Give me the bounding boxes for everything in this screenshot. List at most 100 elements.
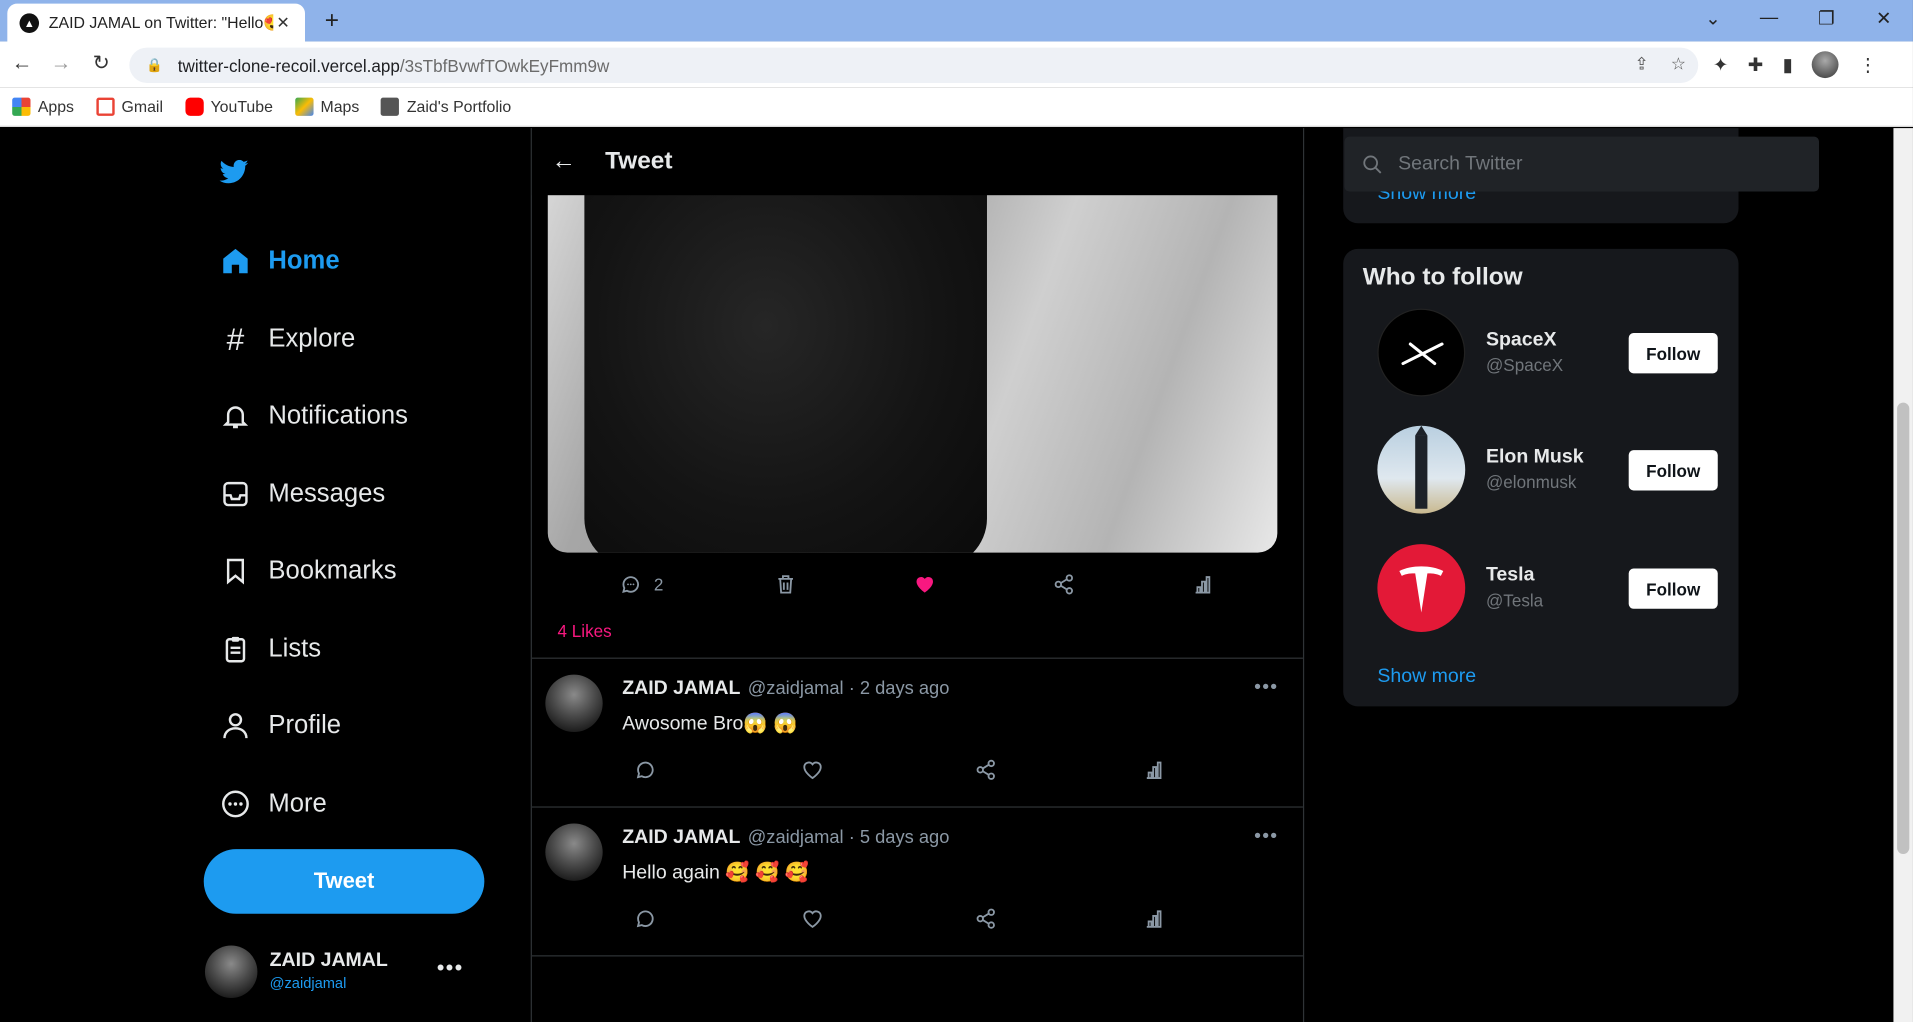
comment-icon	[622, 576, 639, 593]
follow-button[interactable]: Follow	[1628, 450, 1718, 491]
new-tab-icon[interactable]: +	[320, 7, 344, 35]
gmail-icon	[95, 97, 115, 116]
address-bar[interactable]: 🔒 twitter-clone-recoil.vercel.app/3sTbfB…	[129, 47, 1699, 83]
bar-chart-icon[interactable]	[1143, 908, 1165, 930]
side-panel-icon[interactable]: ▮	[1783, 54, 1793, 76]
follow-button[interactable]: Follow	[1628, 333, 1718, 374]
bookmark-label: YouTube	[210, 97, 273, 116]
follow-suggestion[interactable]: Tesla @Tesla Follow	[1377, 544, 1731, 632]
bookmark-portfolio[interactable]: Zaid's Portfolio	[381, 97, 511, 116]
reply-text: Awosome Bro😱 😱	[622, 713, 798, 735]
more-horizontal-icon[interactable]: •••	[1254, 677, 1278, 699]
sidebar-item-explore[interactable]: # Explore	[220, 320, 356, 357]
analytics-action[interactable]	[1192, 573, 1214, 595]
photo-subject	[584, 176, 987, 553]
trash-icon	[778, 575, 794, 594]
back-arrow-icon[interactable]: ←	[551, 148, 580, 176]
tweet-image[interactable]	[547, 176, 1278, 553]
more-circle-icon	[220, 788, 252, 820]
share-icon[interactable]	[975, 908, 997, 930]
tweet-button[interactable]: Tweet	[203, 849, 485, 914]
sidebar-item-lists[interactable]: Lists	[220, 633, 321, 665]
share-action[interactable]	[1053, 573, 1075, 595]
vercel-favicon-icon: ▲	[19, 12, 40, 33]
follow-suggestion[interactable]: SpaceX @SpaceX Follow	[1377, 308, 1731, 397]
share-icon[interactable]	[975, 759, 997, 781]
extension-icon[interactable]: ✦	[1713, 54, 1728, 76]
like-action[interactable]	[914, 573, 936, 595]
follow-button[interactable]: Follow	[1628, 568, 1718, 609]
lock-icon[interactable]: 🔒	[146, 57, 163, 74]
bookmark-maps[interactable]: Maps	[294, 97, 359, 116]
tesla-avatar	[1377, 544, 1466, 632]
sidebar-item-label: More	[268, 789, 327, 818]
delete-action[interactable]	[775, 573, 797, 595]
twitter-app: Home # Explore Notifications Messages Bo…	[0, 128, 1894, 1022]
sidebar-item-label: Messages	[268, 479, 386, 508]
reply-author-name[interactable]: ZAID JAMAL	[622, 827, 740, 849]
reply-item[interactable]: ZAID JAMAL @zaidjamal · 2 days ago Awoso…	[532, 659, 1303, 807]
who-to-follow-title: Who to follow	[1362, 263, 1523, 291]
inbox-icon	[220, 478, 252, 510]
sidebar-item-home[interactable]: Home	[220, 245, 340, 277]
bookmark-apps[interactable]: Apps	[12, 97, 74, 116]
browser-toolbar: ← → ↻ 🔒 twitter-clone-recoil.vercel.app /…	[0, 41, 1913, 88]
sidebar-item-bookmarks[interactable]: Bookmarks	[220, 555, 397, 587]
heart-icon[interactable]	[802, 908, 824, 930]
youtube-icon	[184, 97, 204, 116]
sidebar-item-profile[interactable]: Profile	[220, 710, 341, 742]
who-to-follow-show-more-link[interactable]: Show more	[1377, 666, 1476, 688]
avatar	[545, 674, 603, 732]
menu-kebab-icon[interactable]: ⋮	[1859, 54, 1877, 76]
heart-icon[interactable]	[802, 759, 824, 781]
share-page-icon[interactable]: ⇪	[1634, 54, 1648, 75]
restore-icon[interactable]: ❐	[1814, 7, 1838, 30]
tweet-detail-column: ← Tweet 2 4 Likes ZAID JAMAL @zaidjamal …	[530, 128, 1305, 1022]
back-icon[interactable]: ←	[10, 51, 34, 75]
follow-suggestion[interactable]: Elon Musk @elonmusk Follow	[1377, 425, 1731, 514]
more-horizontal-icon[interactable]: •••	[437, 955, 464, 981]
reply-item[interactable]: ZAID JAMAL @zaidjamal · 5 days ago Hello…	[532, 808, 1303, 956]
bookmark-gmail[interactable]: Gmail	[95, 97, 163, 116]
close-window-icon[interactable]: ✕	[1871, 7, 1895, 30]
twitter-logo-icon[interactable]	[219, 159, 249, 184]
avatar	[545, 823, 603, 881]
suggestion-handle: @SpaceX	[1485, 355, 1564, 375]
page-scrollbar[interactable]	[1893, 128, 1913, 1022]
reply-action[interactable]: 2	[620, 573, 663, 595]
sidebar-item-label: Home	[268, 246, 340, 275]
search-icon	[1363, 154, 1382, 173]
puzzle-icon[interactable]: ✚	[1748, 54, 1763, 76]
sidebar-item-more[interactable]: More	[220, 788, 327, 820]
heart-filled-icon	[916, 577, 933, 593]
bar-chart-icon[interactable]	[1143, 759, 1165, 781]
comment-icon[interactable]	[634, 908, 656, 930]
tab-search-icon[interactable]: ⌄	[1701, 7, 1725, 30]
share-icon	[1054, 574, 1073, 595]
minimize-icon[interactable]: —	[1757, 7, 1781, 28]
reply-author-name[interactable]: ZAID JAMAL	[622, 678, 740, 700]
more-horizontal-icon[interactable]: •••	[1254, 826, 1278, 848]
browser-tab[interactable]: ▲ ZAID JAMAL on Twitter: "Hello😍 ✕	[7, 3, 305, 42]
bookmark-youtube[interactable]: YouTube	[184, 97, 273, 116]
rocket-icon	[1415, 425, 1428, 509]
tesla-logo-icon	[1399, 566, 1444, 613]
close-tab-icon[interactable]: ✕	[273, 13, 293, 33]
comment-icon[interactable]	[634, 759, 656, 781]
portfolio-icon	[381, 97, 400, 116]
reload-icon[interactable]: ↻	[89, 51, 113, 75]
scrollbar-thumb[interactable]	[1897, 402, 1910, 854]
reply-meta: @zaidjamal · 2 days ago	[747, 678, 950, 700]
sidebar-item-notifications[interactable]: Notifications	[220, 400, 408, 432]
sidebar-item-messages[interactable]: Messages	[220, 478, 386, 510]
likes-count[interactable]: 4 Likes	[558, 621, 612, 641]
profile-avatar[interactable]	[1812, 51, 1840, 79]
user-icon	[220, 710, 252, 742]
search-bar[interactable]	[1344, 136, 1820, 192]
bookmark-star-icon[interactable]: ☆	[1671, 54, 1686, 75]
account-switcher[interactable]: ZAID JAMAL @zaidjamal •••	[204, 943, 498, 999]
suggestion-name: Elon Musk	[1485, 446, 1584, 468]
bell-icon	[220, 400, 252, 432]
search-input[interactable]	[1398, 153, 1789, 176]
forward-icon[interactable]: →	[49, 51, 73, 75]
